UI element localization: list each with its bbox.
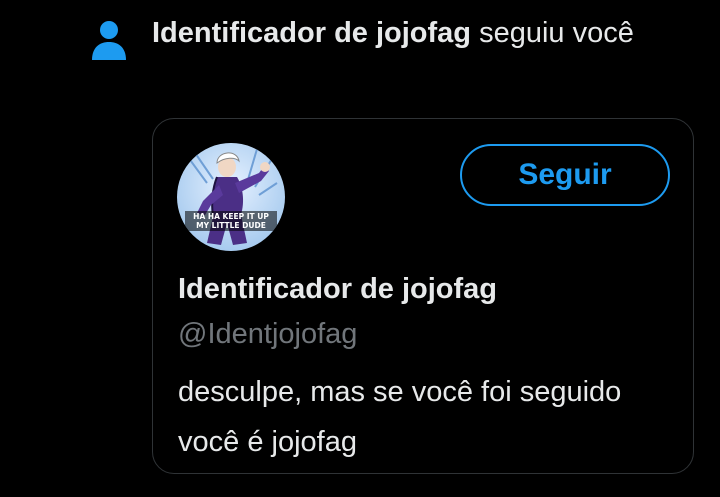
notification-text: Identificador de jojofag seguiu você — [152, 10, 672, 56]
notification-action-text: seguiu você — [471, 17, 634, 49]
user-handle[interactable]: @Identjojofag — [178, 318, 357, 351]
avatar-caption-line2: MY LITTLE DUDE — [196, 221, 266, 230]
person-icon — [90, 20, 128, 62]
avatar-caption-line1: HA HA KEEP IT UP — [193, 212, 269, 221]
follow-button[interactable]: Seguir — [460, 144, 670, 206]
notification-actor-name[interactable]: Identificador de jojofag — [152, 17, 471, 49]
user-bio: desculpe, mas se você foi seguido você é… — [178, 376, 622, 458]
display-name[interactable]: Identificador de jojofag — [178, 273, 497, 306]
avatar[interactable]: HA HA KEEP IT UP MY LITTLE DUDE — [177, 143, 285, 251]
user-card[interactable]: HA HA KEEP IT UP MY LITTLE DUDE Seguir I… — [152, 118, 694, 474]
